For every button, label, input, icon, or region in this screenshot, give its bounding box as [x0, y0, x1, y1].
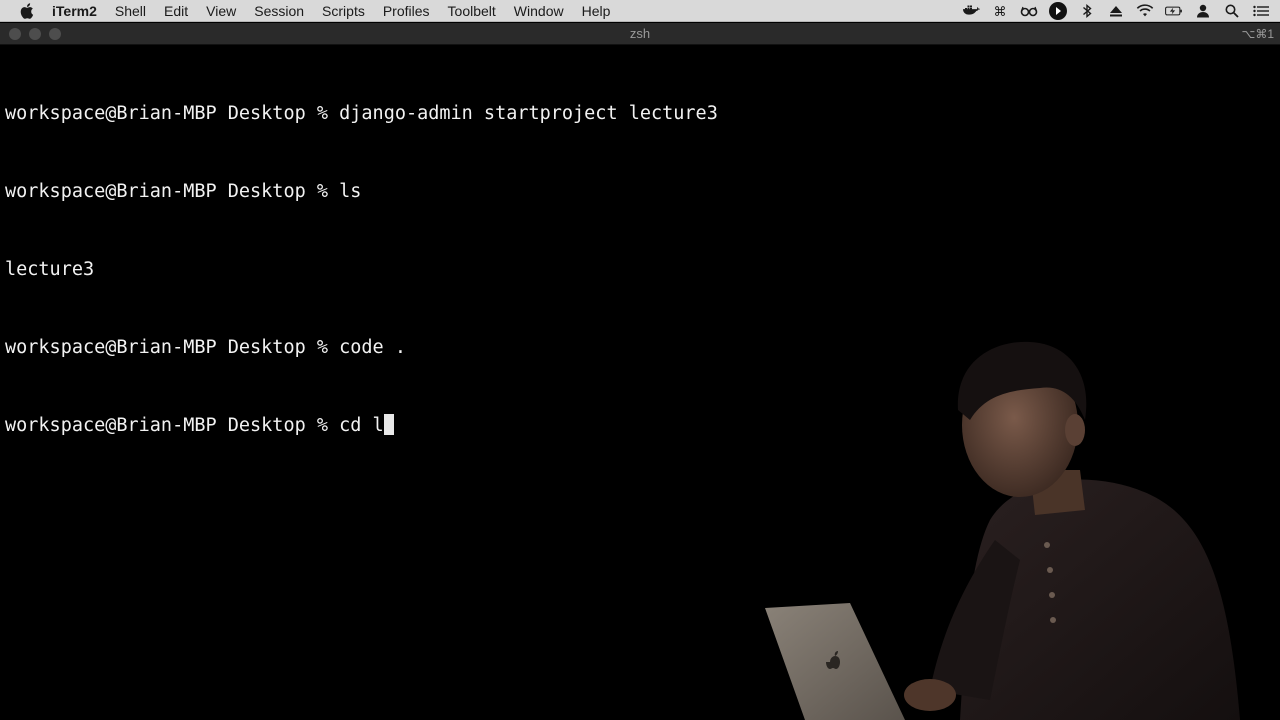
menu-window[interactable]: Window	[514, 0, 564, 22]
terminal-prompt-line[interactable]: workspace@Brian-MBP Desktop % cd l	[5, 413, 718, 439]
command-icon[interactable]: ⌘	[991, 3, 1009, 19]
menu-bar: iTerm2 Shell Edit View Session Scripts P…	[0, 0, 1280, 22]
window-title: zsh	[629, 26, 651, 41]
menu-scripts[interactable]: Scripts	[322, 0, 365, 22]
wifi-icon[interactable]	[1136, 3, 1154, 19]
user-icon[interactable]	[1194, 3, 1212, 19]
bluetooth-icon[interactable]	[1078, 3, 1096, 19]
window-title-bar[interactable]: zsh ⌥⌘1	[0, 23, 1280, 45]
menu-edit[interactable]: Edit	[164, 0, 188, 22]
menu-list-icon[interactable]	[1252, 3, 1270, 19]
menu-session[interactable]: Session	[254, 0, 304, 22]
docker-icon[interactable]	[962, 3, 980, 19]
apple-icon[interactable]	[20, 2, 34, 19]
terminal-pane[interactable]: workspace@Brian-MBP Desktop % django-adm…	[0, 45, 1280, 720]
terminal-cursor	[383, 414, 394, 435]
battery-charging-icon[interactable]	[1165, 3, 1183, 19]
search-icon[interactable]	[1223, 3, 1241, 19]
menu-view[interactable]: View	[206, 0, 236, 22]
screen: iTerm2 Shell Edit View Session Scripts P…	[0, 0, 1280, 720]
terminal-line: workspace@Brian-MBP Desktop % django-adm…	[5, 103, 718, 124]
terminal-current-input[interactable]: workspace@Brian-MBP Desktop % cd l	[5, 415, 384, 436]
menu-app-iterm2[interactable]: iTerm2	[52, 0, 97, 22]
terminal-line: lecture3	[5, 259, 95, 280]
status-area: ⌘	[951, 0, 1270, 22]
menu-toolbelt[interactable]: Toolbelt	[448, 0, 496, 22]
terminal-line: workspace@Brian-MBP Desktop % code .	[5, 337, 406, 358]
menu-shell[interactable]: Shell	[115, 0, 146, 22]
terminal-line: workspace@Brian-MBP Desktop % ls	[5, 181, 362, 202]
menu-help[interactable]: Help	[582, 0, 611, 22]
terminal-output: workspace@Brian-MBP Desktop % django-adm…	[5, 49, 718, 491]
glasses-icon[interactable]	[1020, 3, 1038, 19]
window-shortcut: ⌥⌘1	[1241, 27, 1274, 41]
eject-icon[interactable]	[1107, 3, 1125, 19]
menu-profiles[interactable]: Profiles	[383, 0, 430, 22]
play-circle-icon[interactable]	[1049, 2, 1067, 20]
